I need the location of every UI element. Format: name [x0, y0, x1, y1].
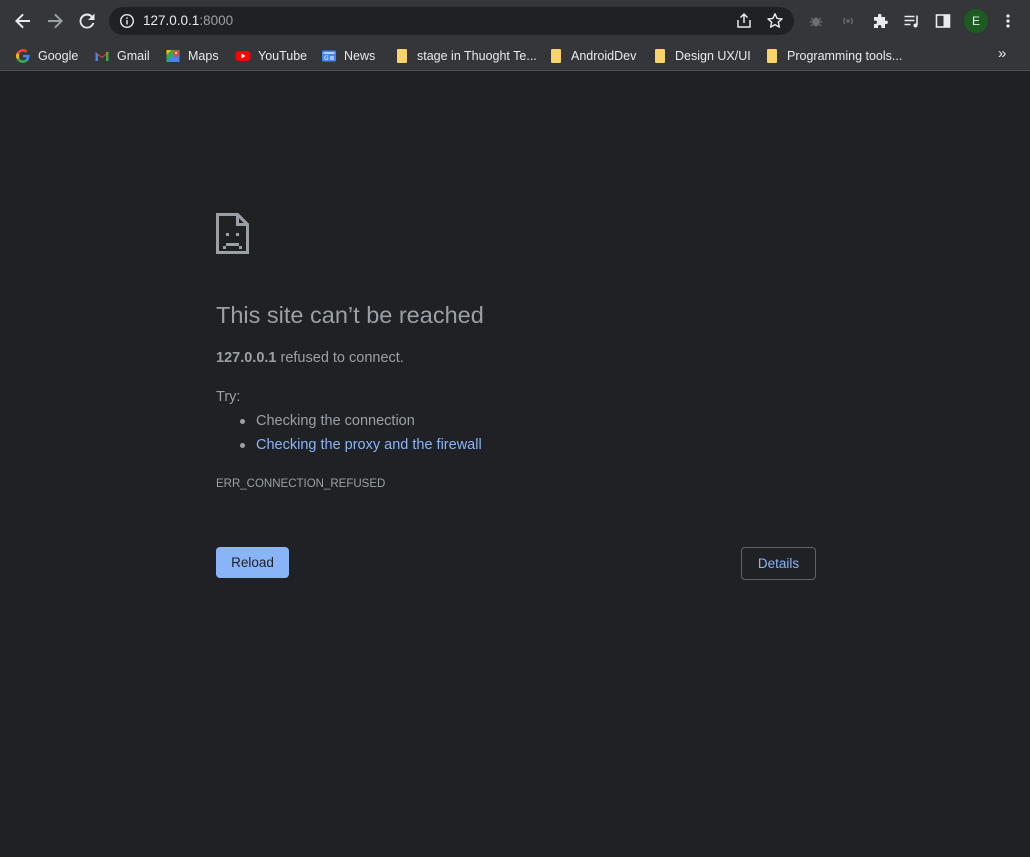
forward-button[interactable]: [41, 7, 69, 35]
extension-cast-button[interactable]: [834, 7, 862, 35]
details-button[interactable]: Details: [741, 547, 816, 580]
folder-icon: [551, 49, 561, 63]
sad-page-icon: [216, 213, 249, 254]
back-button[interactable]: [9, 7, 37, 35]
youtube-icon: [235, 51, 251, 61]
bookmark-label: Design UX/UI: [675, 49, 751, 63]
browser-toolbar: 127.0.0.1:8000 E: [0, 0, 1030, 42]
reading-list-button[interactable]: [897, 7, 925, 35]
extension-bug-button[interactable]: [802, 7, 830, 35]
bookmark-maps[interactable]: Maps: [165, 45, 219, 67]
bookmark-label: YouTube: [258, 49, 308, 63]
bookmark-label: AndroidDev: [571, 49, 637, 63]
news-icon: G: [322, 50, 336, 62]
bullet: [240, 419, 245, 424]
suggestion-check-proxy-link[interactable]: Checking the proxy and the firewall: [256, 437, 482, 453]
bookmark-folder-programming[interactable]: Programming tools...: [764, 45, 902, 67]
broadcast-icon: [843, 17, 853, 25]
bookmark-news[interactable]: G News: [321, 45, 375, 67]
error-code: ERR_CONNECTION_REFUSED: [216, 478, 386, 490]
bookmark-gmail[interactable]: Gmail: [94, 45, 150, 67]
reload-icon: [79, 13, 95, 29]
gmail-icon: [95, 52, 109, 61]
puzzle-icon: [873, 13, 888, 28]
google-icon: [16, 49, 30, 64]
star-icon[interactable]: [766, 12, 784, 30]
maps-icon: [166, 50, 180, 62]
error-message: 127.0.0.1 refused to connect.: [216, 350, 404, 366]
side-panel-button[interactable]: [929, 7, 957, 35]
bookmark-folder-androiddev[interactable]: AndroidDev: [548, 45, 636, 67]
bookmark-label: Google: [38, 49, 79, 63]
bookmark-folder-design[interactable]: Design UX/UI: [652, 45, 751, 67]
profile-avatar[interactable]: E: [964, 9, 988, 33]
menu-button[interactable]: [994, 7, 1022, 35]
media-queue-icon: [904, 15, 918, 27]
arrow-left-icon: [15, 13, 30, 29]
folder-icon: [397, 49, 407, 63]
bookmark-label: Gmail: [117, 49, 150, 63]
url-text[interactable]: 127.0.0.1:8000: [143, 13, 233, 29]
share-icon[interactable]: [735, 12, 753, 30]
bookmark-google[interactable]: Google: [15, 45, 78, 67]
url-host: 127.0.0.1: [143, 13, 200, 28]
bookmark-label: Maps: [188, 49, 219, 63]
bookmark-youtube[interactable]: YouTube: [235, 45, 307, 67]
folder-icon: [655, 49, 665, 63]
error-host: 127.0.0.1: [216, 350, 277, 366]
bookmark-label: stage in Thuoght Te...: [417, 49, 537, 63]
arrow-right-icon: [48, 13, 63, 29]
url-port: :8000: [199, 13, 234, 28]
suggestion-check-connection: Checking the connection: [256, 413, 415, 429]
bookmarks-bar: Google Gmail Maps YouTube G News stage i…: [0, 42, 1030, 71]
error-message-text: refused to connect.: [276, 350, 404, 366]
try-label: Try:: [216, 389, 241, 405]
bug-icon: [810, 17, 822, 27]
reload-button[interactable]: [73, 7, 101, 35]
side-panel-icon: [935, 14, 951, 28]
bookmark-label: News: [344, 49, 376, 63]
error-title: This site can’t be reached: [216, 302, 484, 328]
bookmark-folder-stage[interactable]: stage in Thuoght Te...: [394, 45, 537, 67]
reload-page-button[interactable]: Reload: [216, 547, 289, 578]
bookmarks-overflow-chevron[interactable]: »: [998, 45, 1006, 62]
more-vert-icon: [1006, 14, 1010, 28]
bullet: [240, 443, 245, 448]
extensions-button[interactable]: [866, 7, 894, 35]
svg-text:G: G: [324, 55, 329, 62]
folder-icon: [767, 49, 777, 63]
bookmark-label: Programming tools...: [787, 49, 903, 63]
address-bar[interactable]: 127.0.0.1:8000: [109, 7, 794, 35]
info-icon[interactable]: [119, 13, 135, 29]
